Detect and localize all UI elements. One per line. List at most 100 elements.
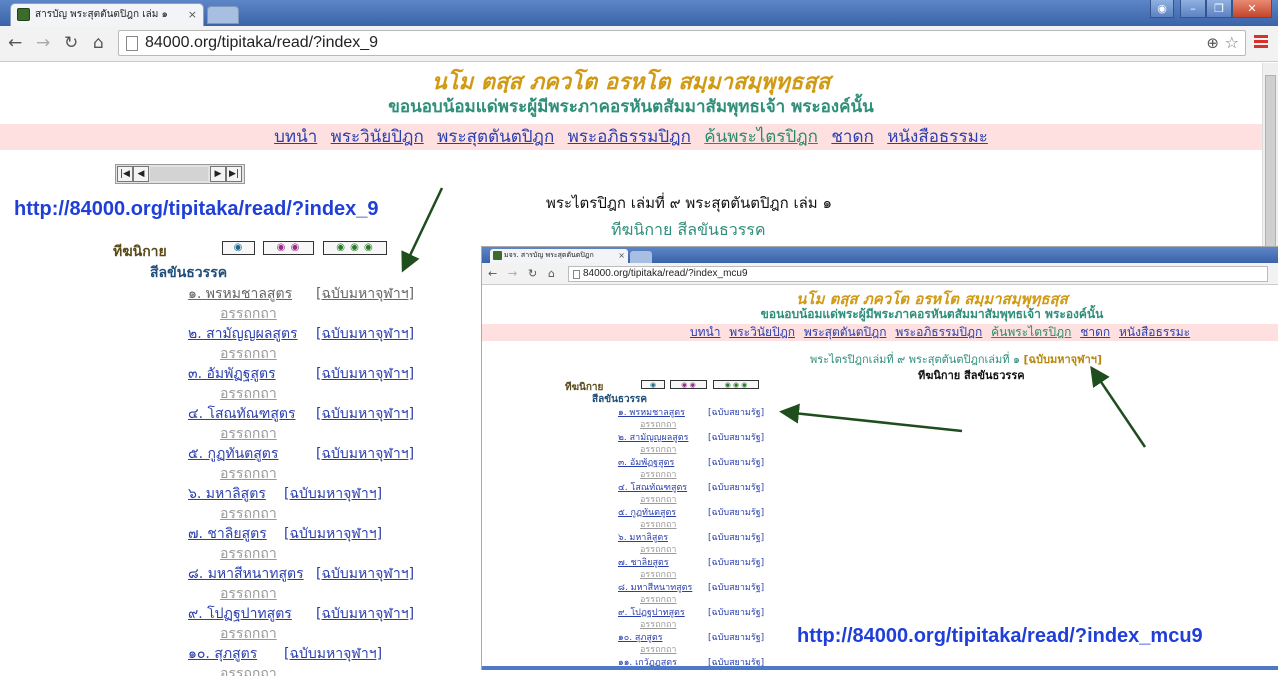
browser-tab[interactable]: สารบัญ พระสุตตันตปิฎก เล่ม ๑ × xyxy=(10,3,204,26)
next-page-icon[interactable]: ▶ xyxy=(210,166,226,182)
inset-atthakatha-link-8[interactable]: อรรถกถา xyxy=(640,592,676,606)
sutta-link-1[interactable]: ๑. พรหมชาลสูตร xyxy=(188,283,292,305)
inset-menu-books-link[interactable]: หนังสือธรรมะ xyxy=(1119,325,1190,339)
zoom-icon[interactable]: ⊕ xyxy=(1206,34,1219,52)
atthakatha-link-6[interactable]: อรรถกถา xyxy=(220,503,277,525)
inset-home-icon[interactable]: ⌂ xyxy=(548,267,555,280)
edition-link-9[interactable]: [ฉบับมหาจุฬาฯ] xyxy=(316,603,414,625)
scrollbar-thumb[interactable] xyxy=(1265,75,1276,255)
edition-link-8[interactable]: [ฉบับมหาจุฬาฯ] xyxy=(316,563,414,585)
back-icon[interactable]: ← xyxy=(8,33,22,53)
inset-atthakatha-link-9[interactable]: อรรถกถา xyxy=(640,617,676,631)
menu-sutta-link[interactable]: พระสุตตันตปิฎก xyxy=(437,127,554,147)
atthakatha-link-9[interactable]: อรรถกถา xyxy=(220,623,277,645)
menu-books-link[interactable]: หนังสือธรรมะ xyxy=(887,127,988,147)
inset-close-tab-icon[interactable]: × xyxy=(618,249,625,262)
minimize-icon[interactable]: – xyxy=(1180,0,1206,18)
inset-atthakatha-link-7[interactable]: อรรถกถา xyxy=(640,567,676,581)
chrome-menu-icon[interactable] xyxy=(1254,35,1268,49)
sutta-link-7[interactable]: ๗. ชาลิยสูตร xyxy=(188,523,267,545)
page-scroller[interactable]: |◀ ◀ ▶ ▶| xyxy=(115,164,245,184)
inset-edition-link-6[interactable]: [ฉบับสยามรัฐ] xyxy=(708,530,764,544)
inset-edition-link-4[interactable]: [ฉบับสยามรัฐ] xyxy=(708,480,764,494)
close-window-icon[interactable]: ✕ xyxy=(1232,0,1272,18)
atthakatha-link-8[interactable]: อรรถกถา xyxy=(220,583,277,605)
inset-menu-abhidhamma-link[interactable]: พระอภิธรรมปิฎก xyxy=(895,325,982,339)
sutta-link-4[interactable]: ๔. โสณทัณฑสูตร xyxy=(188,403,296,425)
sutta-link-3[interactable]: ๓. อัมพัฏฐสูตร xyxy=(188,363,276,385)
user-icon[interactable]: ◉ xyxy=(1150,0,1174,18)
inset-eye-icon-2[interactable]: ◉ ◉ xyxy=(670,380,707,389)
inset-menu-search-link[interactable]: ค้นพระไตรปิฎก xyxy=(991,325,1071,339)
inset-atthakatha-link-6[interactable]: อรรถกถา xyxy=(640,542,676,556)
menu-search-link[interactable]: ค้นพระไตรปิฎก xyxy=(704,127,818,147)
inset-edition-link-1[interactable]: [ฉบับสยามรัฐ] xyxy=(708,405,764,419)
new-tab-button[interactable] xyxy=(207,6,239,24)
inset-edition-link-10[interactable]: [ฉบับสยามรัฐ] xyxy=(708,630,764,644)
atthakatha-link-10[interactable]: อรรถกถา xyxy=(220,663,277,676)
menu-vinaya-link[interactable]: พระวินัยปิฎก xyxy=(331,127,424,147)
inset-edition-link-8[interactable]: [ฉบับสยามรัฐ] xyxy=(708,580,764,594)
menu-jataka-link[interactable]: ชาดก xyxy=(831,127,873,147)
menu-abhidhamma-link[interactable]: พระอภิธรรมปิฎก xyxy=(568,127,691,147)
inset-reload-icon[interactable]: ↻ xyxy=(528,267,537,280)
forward-icon[interactable]: → xyxy=(36,33,50,53)
edition-link-5[interactable]: [ฉบับมหาจุฬาฯ] xyxy=(316,443,414,465)
inset-edition-link-9[interactable]: [ฉบับสยามรัฐ] xyxy=(708,605,764,619)
inset-edition-link-5[interactable]: [ฉบับสยามรัฐ] xyxy=(708,505,764,519)
atthakatha-link-2[interactable]: อรรถกถา xyxy=(220,343,277,365)
edition-link-3[interactable]: [ฉบับมหาจุฬาฯ] xyxy=(316,363,414,385)
menu-intro-link[interactable]: บทนำ xyxy=(274,127,317,147)
edition-link-6[interactable]: [ฉบับมหาจุฬาฯ] xyxy=(284,483,382,505)
sutta-link-5[interactable]: ๕. กูฏทันตสูตร xyxy=(188,443,278,465)
inset-menu-intro-link[interactable]: บทนำ xyxy=(690,325,720,339)
last-page-icon[interactable]: ▶| xyxy=(226,166,242,182)
inset-eye-icon-3[interactable]: ◉ ◉ ◉ xyxy=(713,380,759,389)
eye-icon-3[interactable]: ◉ ◉ ◉ xyxy=(323,241,387,255)
sutta-link-9[interactable]: ๙. โปฏฐปาทสูตร xyxy=(188,603,292,625)
address-bar[interactable]: 84000.org/tipitaka/read/?index_9 ⊕ ☆ xyxy=(118,30,1246,56)
first-page-icon[interactable]: |◀ xyxy=(117,166,133,182)
atthakatha-link-5[interactable]: อรรถกถา xyxy=(220,463,277,485)
inset-edition-link-3[interactable]: [ฉบับสยามรัฐ] xyxy=(708,455,764,469)
prev-page-icon[interactable]: ◀ xyxy=(133,166,149,182)
scroller-track[interactable] xyxy=(150,167,208,181)
atthakatha-link-4[interactable]: อรรถกถา xyxy=(220,423,277,445)
inset-menu-vinaya-link[interactable]: พระวินัยปิฎก xyxy=(729,325,795,339)
sutta-link-8[interactable]: ๘. มหาสีหนาทสูตร xyxy=(188,563,304,585)
inset-atthakatha-link-3[interactable]: อรรถกถา xyxy=(640,467,676,481)
sutta-link-6[interactable]: ๖. มหาลิสูตร xyxy=(188,483,266,505)
atthakatha-link-3[interactable]: อรรถกถา xyxy=(220,383,277,405)
inset-atthakatha-link-2[interactable]: อรรถกถา xyxy=(640,442,676,456)
inset-atthakatha-link-1[interactable]: อรรถกถา xyxy=(640,417,676,431)
sutta-link-10[interactable]: ๑๐. สุภสูตร xyxy=(188,643,257,665)
inset-address-bar[interactable]: 84000.org/tipitaka/read/?index_mcu9 xyxy=(568,266,1268,282)
inset-atthakatha-link-5[interactable]: อรรถกถา xyxy=(640,517,676,531)
edition-link-1[interactable]: [ฉบับมหาจุฬาฯ] xyxy=(316,283,414,305)
inset-tab[interactable]: มจร. สารบัญ พระสุตตันตปิฎก × xyxy=(490,249,628,263)
close-tab-icon[interactable]: × xyxy=(188,4,197,25)
eye-icon-1[interactable]: ◉ xyxy=(222,241,255,255)
eye-icon-2[interactable]: ◉ ◉ xyxy=(263,241,314,255)
inset-edition-link-2[interactable]: [ฉบับสยามรัฐ] xyxy=(708,430,764,444)
inset-back-icon[interactable]: ← xyxy=(488,267,497,280)
inset-atthakatha-link-10[interactable]: อรรถกถา xyxy=(640,642,676,656)
edition-link-7[interactable]: [ฉบับมหาจุฬาฯ] xyxy=(284,523,382,545)
sutta-link-2[interactable]: ๒. สามัญญผลสูตร xyxy=(188,323,298,345)
atthakatha-link-7[interactable]: อรรถกถา xyxy=(220,543,277,565)
inset-edition-link-7[interactable]: [ฉบับสยามรัฐ] xyxy=(708,555,764,569)
inset-eye-icon-1[interactable]: ◉ xyxy=(641,380,665,389)
inset-atthakatha-link-4[interactable]: อรรถกถา xyxy=(640,492,676,506)
inset-new-tab-button[interactable] xyxy=(630,251,652,263)
edition-link-2[interactable]: [ฉบับมหาจุฬาฯ] xyxy=(316,323,414,345)
address-url[interactable]: 84000.org/tipitaka/read/?index_9 xyxy=(145,34,378,52)
inset-menu-jataka-link[interactable]: ชาดก xyxy=(1080,325,1110,339)
edition-link-4[interactable]: [ฉบับมหาจุฬาฯ] xyxy=(316,403,414,425)
inset-address-url[interactable]: 84000.org/tipitaka/read/?index_mcu9 xyxy=(583,268,748,279)
inset-forward-icon[interactable]: → xyxy=(508,267,517,280)
maximize-icon[interactable]: ❐ xyxy=(1206,0,1232,18)
inset-menu-sutta-link[interactable]: พระสุตตันตปิฎก xyxy=(804,325,887,339)
bookmark-star-icon[interactable]: ☆ xyxy=(1225,33,1239,52)
edition-link-10[interactable]: [ฉบับมหาจุฬาฯ] xyxy=(284,643,382,665)
reload-icon[interactable]: ↻ xyxy=(64,33,78,53)
